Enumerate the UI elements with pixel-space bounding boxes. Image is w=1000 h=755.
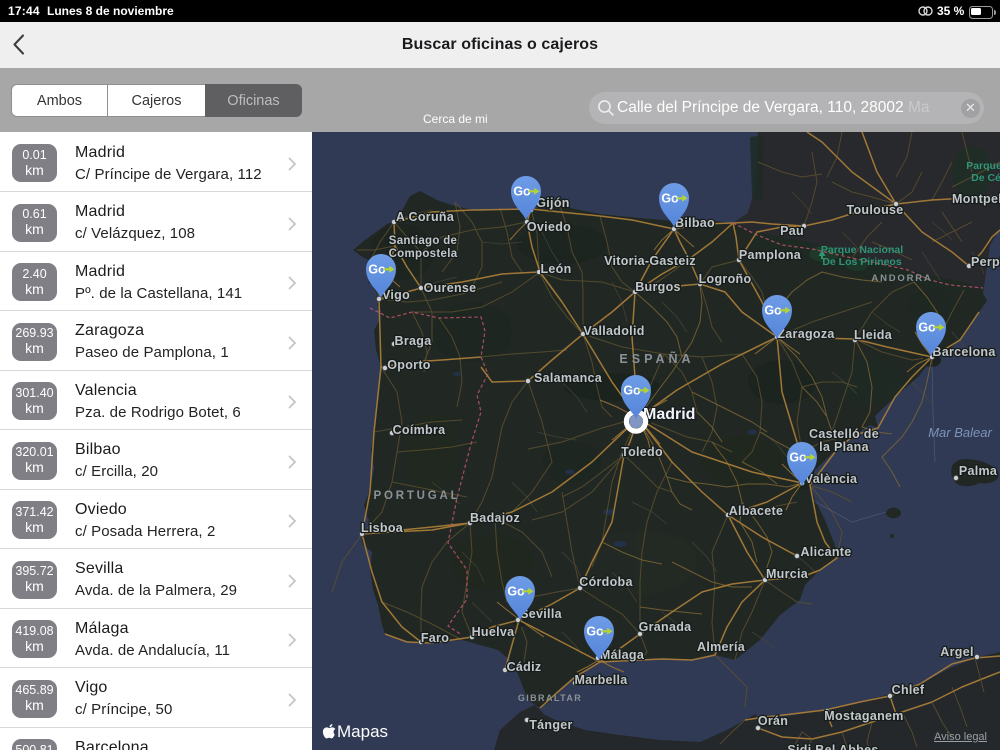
svg-text:Parque: Parque (966, 160, 1000, 172)
svg-text:PORTUGAL: PORTUGAL (374, 490, 461, 502)
svg-text:Toledo: Toledo (621, 445, 663, 459)
svg-text:Oporto: Oporto (387, 358, 431, 372)
svg-text:De Cé: De Cé (971, 172, 1000, 184)
svg-text:Sidi Bel Abbes: Sidi Bel Abbes (787, 743, 878, 750)
svg-text:Barcelona: Barcelona (932, 345, 996, 359)
svg-text:Zaragoza: Zaragoza (777, 327, 835, 341)
svg-text:Mar Balear: Mar Balear (928, 425, 992, 440)
svg-text:Orán: Orán (758, 714, 788, 728)
svg-text:GIBRALTAR: GIBRALTAR (518, 693, 582, 703)
svg-text:Argel: Argel (940, 645, 973, 659)
svg-text:Bilbao: Bilbao (675, 216, 715, 230)
svg-text:Castelló de: Castelló de (809, 427, 879, 441)
svg-text:Braga: Braga (395, 334, 433, 348)
svg-text:Ourense: Ourense (424, 281, 477, 295)
svg-text:Lisboa: Lisboa (361, 521, 404, 535)
svg-text:ESPAÑA: ESPAÑA (619, 351, 694, 366)
svg-text:Badajoz: Badajoz (470, 511, 520, 525)
svg-text:Lleida: Lleida (854, 328, 893, 342)
svg-text:Valladolid: Valladolid (583, 324, 644, 338)
svg-text:València: València (805, 472, 858, 486)
svg-text:Palma: Palma (959, 464, 998, 478)
svg-text:Salamanca: Salamanca (534, 371, 603, 385)
svg-text:la Plana: la Plana (819, 440, 869, 454)
svg-text:Almería: Almería (697, 640, 746, 654)
svg-text:Tánger: Tánger (529, 718, 572, 732)
svg-text:Vitoria-Gasteiz: Vitoria-Gasteiz (604, 254, 696, 268)
svg-text:Córdoba: Córdoba (579, 575, 633, 589)
svg-text:Pau: Pau (780, 224, 804, 238)
svg-text:Pamplona: Pamplona (739, 248, 802, 262)
svg-text:Marbella: Marbella (574, 673, 628, 687)
svg-text:Santiago de: Santiago de (389, 235, 457, 247)
svg-text:Compostela: Compostela (389, 248, 458, 260)
svg-text:Perpi: Perpi (971, 255, 1000, 269)
svg-text:Toulouse: Toulouse (846, 203, 903, 217)
svg-text:Alicante: Alicante (800, 545, 851, 559)
svg-text:Burgos: Burgos (635, 280, 681, 294)
svg-text:De Los Pirineos: De Los Pirineos (822, 256, 902, 268)
svg-text:Gijón: Gijón (536, 196, 569, 210)
svg-text:Parque Nacional: Parque Nacional (821, 244, 903, 256)
svg-text:Murcia: Murcia (766, 567, 809, 581)
svg-text:Huelva: Huelva (472, 625, 516, 639)
svg-text:Logroño: Logroño (699, 272, 752, 286)
svg-text:Mostaganem: Mostaganem (824, 709, 903, 723)
svg-text:Faro: Faro (421, 631, 449, 645)
svg-text:Montpelli: Montpelli (952, 192, 1000, 206)
svg-text:Granada: Granada (639, 620, 693, 634)
svg-text:Madrid: Madrid (643, 406, 695, 423)
svg-text:Oviedo: Oviedo (527, 220, 571, 234)
svg-text:León: León (540, 262, 571, 276)
svg-text:Coímbra: Coímbra (393, 423, 447, 437)
svg-text:Albacete: Albacete (729, 504, 784, 518)
svg-text:Cádiz: Cádiz (507, 660, 542, 674)
svg-text:Chlef: Chlef (892, 683, 925, 697)
svg-text:Málaga: Málaga (600, 648, 645, 662)
svg-text:ANDORRA: ANDORRA (871, 273, 932, 284)
svg-text:A Coruña: A Coruña (396, 210, 455, 224)
